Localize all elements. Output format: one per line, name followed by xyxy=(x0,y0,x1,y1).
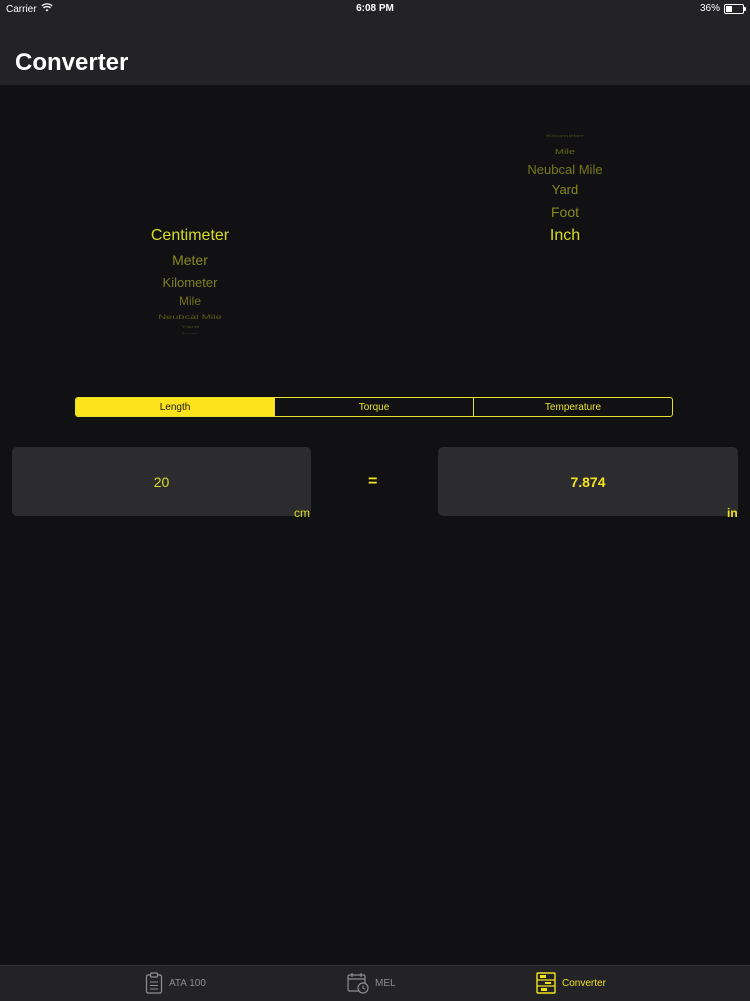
tab-ata-100[interactable]: ATA 100 xyxy=(145,972,206,994)
output-value: 7.874 xyxy=(570,473,606,490)
to-unit-picker[interactable]: Kilometer Mile Neubcal Mile Yard Foot In… xyxy=(435,100,695,360)
tab-ata-label: ATA 100 xyxy=(169,977,206,989)
output-unit-label: in xyxy=(727,506,738,520)
picker-item[interactable]: Neubcal Mile xyxy=(435,162,695,177)
calendar-clock-icon xyxy=(347,972,369,994)
equals-sign: = xyxy=(368,473,378,490)
status-time: 6:08 PM xyxy=(356,3,394,14)
picker-item[interactable]: Kilometer xyxy=(435,134,695,138)
picker-item[interactable]: Yard xyxy=(60,325,320,329)
page-title: Converter xyxy=(15,49,129,76)
picker-item-selected[interactable]: Inch xyxy=(435,227,695,245)
segment-temperature[interactable]: Temperature xyxy=(473,398,672,416)
status-right: 36% xyxy=(699,3,746,14)
battery-percent: 36% xyxy=(699,3,720,14)
segment-torque[interactable]: Torque xyxy=(274,398,473,416)
battery-icon xyxy=(724,3,746,14)
output-value-field: 7.874 xyxy=(438,447,738,516)
picker-item[interactable]: Kilometer xyxy=(60,275,320,290)
tab-mel-label: MEL xyxy=(375,977,396,989)
input-value-field[interactable]: 20 xyxy=(12,447,311,516)
tab-converter[interactable]: Converter xyxy=(536,972,606,994)
input-value: 20 xyxy=(153,473,170,490)
input-unit-label: cm xyxy=(294,506,310,520)
picker-item[interactable]: Yard xyxy=(435,182,695,197)
picker-item-selected[interactable]: Centimeter xyxy=(60,227,320,245)
picker-item[interactable]: Mile xyxy=(435,148,695,156)
picker-item[interactable]: Foot xyxy=(435,204,695,220)
picker-item[interactable]: Mile xyxy=(60,294,320,308)
tab-bar: ATA 100 MEL Converter xyxy=(0,965,750,1001)
converter-icon xyxy=(536,972,556,994)
status-bar: Carrier 6:08 PM 36% xyxy=(0,0,750,18)
picker-item[interactable]: Meter xyxy=(60,252,320,268)
tab-converter-label: Converter xyxy=(562,977,606,989)
picker-item[interactable]: Foot xyxy=(60,332,320,334)
segment-length[interactable]: Length xyxy=(76,398,274,416)
navigation-bar: Converter xyxy=(0,18,750,85)
picker-item[interactable]: Neubcal Mile xyxy=(60,313,320,320)
category-segmented-control: Length Torque Temperature xyxy=(75,397,673,417)
from-unit-picker[interactable]: Centimeter Meter Kilometer Mile Neubcal … xyxy=(60,100,320,360)
tab-mel[interactable]: MEL xyxy=(347,972,396,994)
clipboard-icon xyxy=(145,972,163,994)
